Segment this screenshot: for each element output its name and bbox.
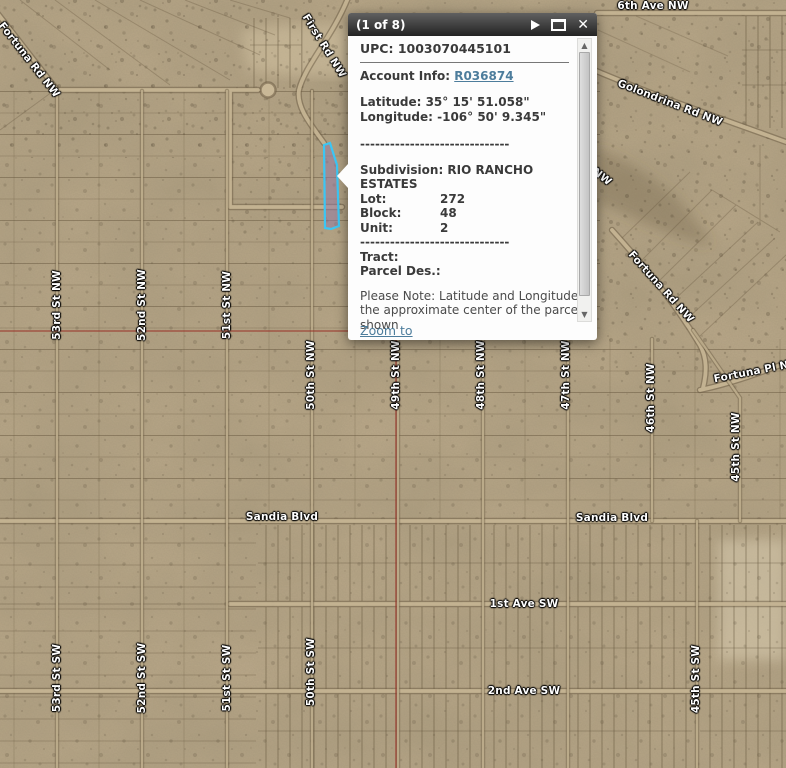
scroll-down-icon[interactable]: ▼ <box>578 309 591 320</box>
account-info-link[interactable]: R036874 <box>454 69 513 83</box>
maximize-button[interactable] <box>551 19 566 31</box>
scroll-up-icon[interactable]: ▲ <box>578 40 591 51</box>
subdivision-line1: Subdivision: RIO RANCHO <box>360 163 569 178</box>
note-line2: the approximate center of the parcel <box>360 303 569 318</box>
popup-scrollbar[interactable]: ▲ ▼ <box>577 38 592 322</box>
popup-callout-arrow <box>337 164 348 188</box>
next-result-button[interactable] <box>531 20 540 30</box>
divider-rule <box>360 62 569 63</box>
parcel-des-label: Parcel Des.: <box>360 264 569 279</box>
upc-line: UPC: 1003070445101 <box>360 42 569 57</box>
popup-title: (1 of 8) <box>356 18 531 32</box>
block-value: 48 <box>440 206 457 220</box>
unit-label: Unit: <box>360 221 440 236</box>
lot-value: 272 <box>440 192 465 206</box>
block-label: Block: <box>360 206 440 221</box>
tract-label: Tract: <box>360 250 569 265</box>
latitude-line: Latitude: 35° 15' 51.058" <box>360 95 569 110</box>
lot-label: Lot: <box>360 192 440 207</box>
popup-scroll-content: UPC: 1003070445101 Account Info: R036874… <box>348 36 597 329</box>
unit-value: 2 <box>440 221 448 235</box>
subdivision-line2: ESTATES <box>360 177 569 192</box>
popup-header[interactable]: (1 of 8) ✕ <box>348 13 597 36</box>
map-application-window: Fortuna Rd NW First Rd NW 6th Ave NW Gol… <box>0 0 786 768</box>
close-button[interactable]: ✕ <box>577 18 589 32</box>
scrollbar-thumb[interactable] <box>579 52 590 296</box>
dashed-divider2: ------------------------------ <box>360 235 569 250</box>
parcel-info-popup: (1 of 8) ✕ UPC: 1003070445101 Account In… <box>348 13 597 340</box>
account-info-label: Account Info: <box>360 69 450 83</box>
dashed-divider: ------------------------------ <box>360 137 569 152</box>
zoom-to-link[interactable]: Zoom to <box>360 323 413 338</box>
note-line1: Please Note: Latitude and Longitude is <box>360 289 569 304</box>
longitude-line: Longitude: -106° 50' 9.345" <box>360 110 569 125</box>
